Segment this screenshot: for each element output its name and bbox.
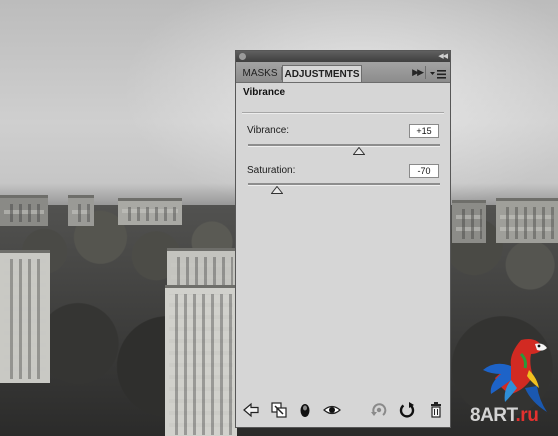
layer-mask-icon[interactable] bbox=[296, 401, 314, 419]
vibrance-slider-track[interactable] bbox=[248, 144, 440, 147]
panel-menu-icon[interactable] bbox=[430, 67, 446, 79]
fast-forward-icon[interactable]: ▶▶ bbox=[412, 65, 424, 80]
collapse-icon[interactable]: ◀◀ bbox=[438, 51, 448, 62]
building bbox=[0, 195, 48, 226]
watermark-text: 8ART.ru bbox=[470, 405, 539, 427]
vibrance-value-field[interactable] bbox=[409, 124, 439, 138]
building bbox=[0, 250, 50, 383]
tab-divider bbox=[425, 66, 426, 79]
visibility-eye-icon[interactable] bbox=[323, 401, 341, 419]
panel-bottom-toolbar bbox=[236, 395, 450, 427]
watermark-suffix: .ru bbox=[515, 405, 539, 426]
building bbox=[165, 285, 237, 436]
building bbox=[496, 198, 558, 243]
building bbox=[452, 200, 486, 243]
tab-adjustments[interactable]: ADJUSTMENTS bbox=[282, 65, 362, 82]
close-icon[interactable] bbox=[239, 53, 246, 60]
watermark-main: 8ART bbox=[470, 405, 516, 426]
trash-icon[interactable] bbox=[427, 401, 445, 419]
divider bbox=[242, 112, 444, 114]
building bbox=[118, 198, 182, 225]
tab-bar: MASKS ADJUSTMENTS ▶▶ bbox=[236, 62, 450, 83]
vibrance-label: Vibrance: bbox=[247, 125, 290, 136]
adjustment-title: Vibrance bbox=[243, 87, 286, 98]
building bbox=[68, 195, 94, 226]
parrot-logo-icon bbox=[481, 330, 558, 416]
tab-masks[interactable]: MASKS bbox=[240, 65, 280, 82]
clip-to-layer-icon[interactable] bbox=[270, 401, 288, 419]
saturation-value-field[interactable] bbox=[409, 164, 439, 178]
view-previous-state-icon[interactable] bbox=[370, 401, 388, 419]
panel-titlebar[interactable]: ◀◀ bbox=[236, 51, 450, 62]
saturation-label: Saturation: bbox=[247, 165, 296, 176]
reset-icon[interactable] bbox=[398, 401, 416, 419]
back-arrow-icon[interactable] bbox=[242, 401, 260, 419]
adjustments-panel: ◀◀ MASKS ADJUSTMENTS ▶▶ Vibrance Vibranc… bbox=[235, 50, 451, 428]
